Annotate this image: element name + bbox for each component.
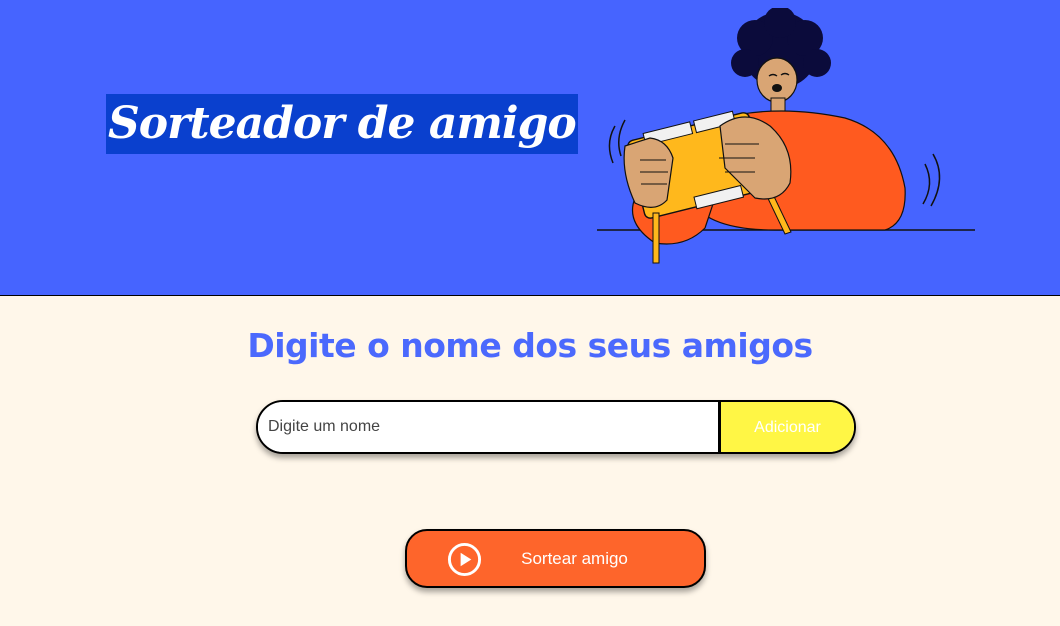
name-entry-group: Adicionar <box>256 400 856 454</box>
header-banner: Sorteador de amigo <box>0 0 1060 296</box>
draw-friend-button[interactable]: Sortear amigo <box>405 529 706 588</box>
title-highlight: Sorteador de amigo <box>106 94 578 154</box>
page-title: Sorteador de amigo <box>108 98 577 149</box>
section-heading: Digite o nome dos seus amigos <box>247 326 813 365</box>
add-button[interactable]: Adicionar <box>718 402 854 452</box>
person-holding-box-illustration <box>597 8 975 264</box>
friend-name-input[interactable] <box>258 402 718 452</box>
draw-button-label: Sortear amigo <box>521 548 628 568</box>
